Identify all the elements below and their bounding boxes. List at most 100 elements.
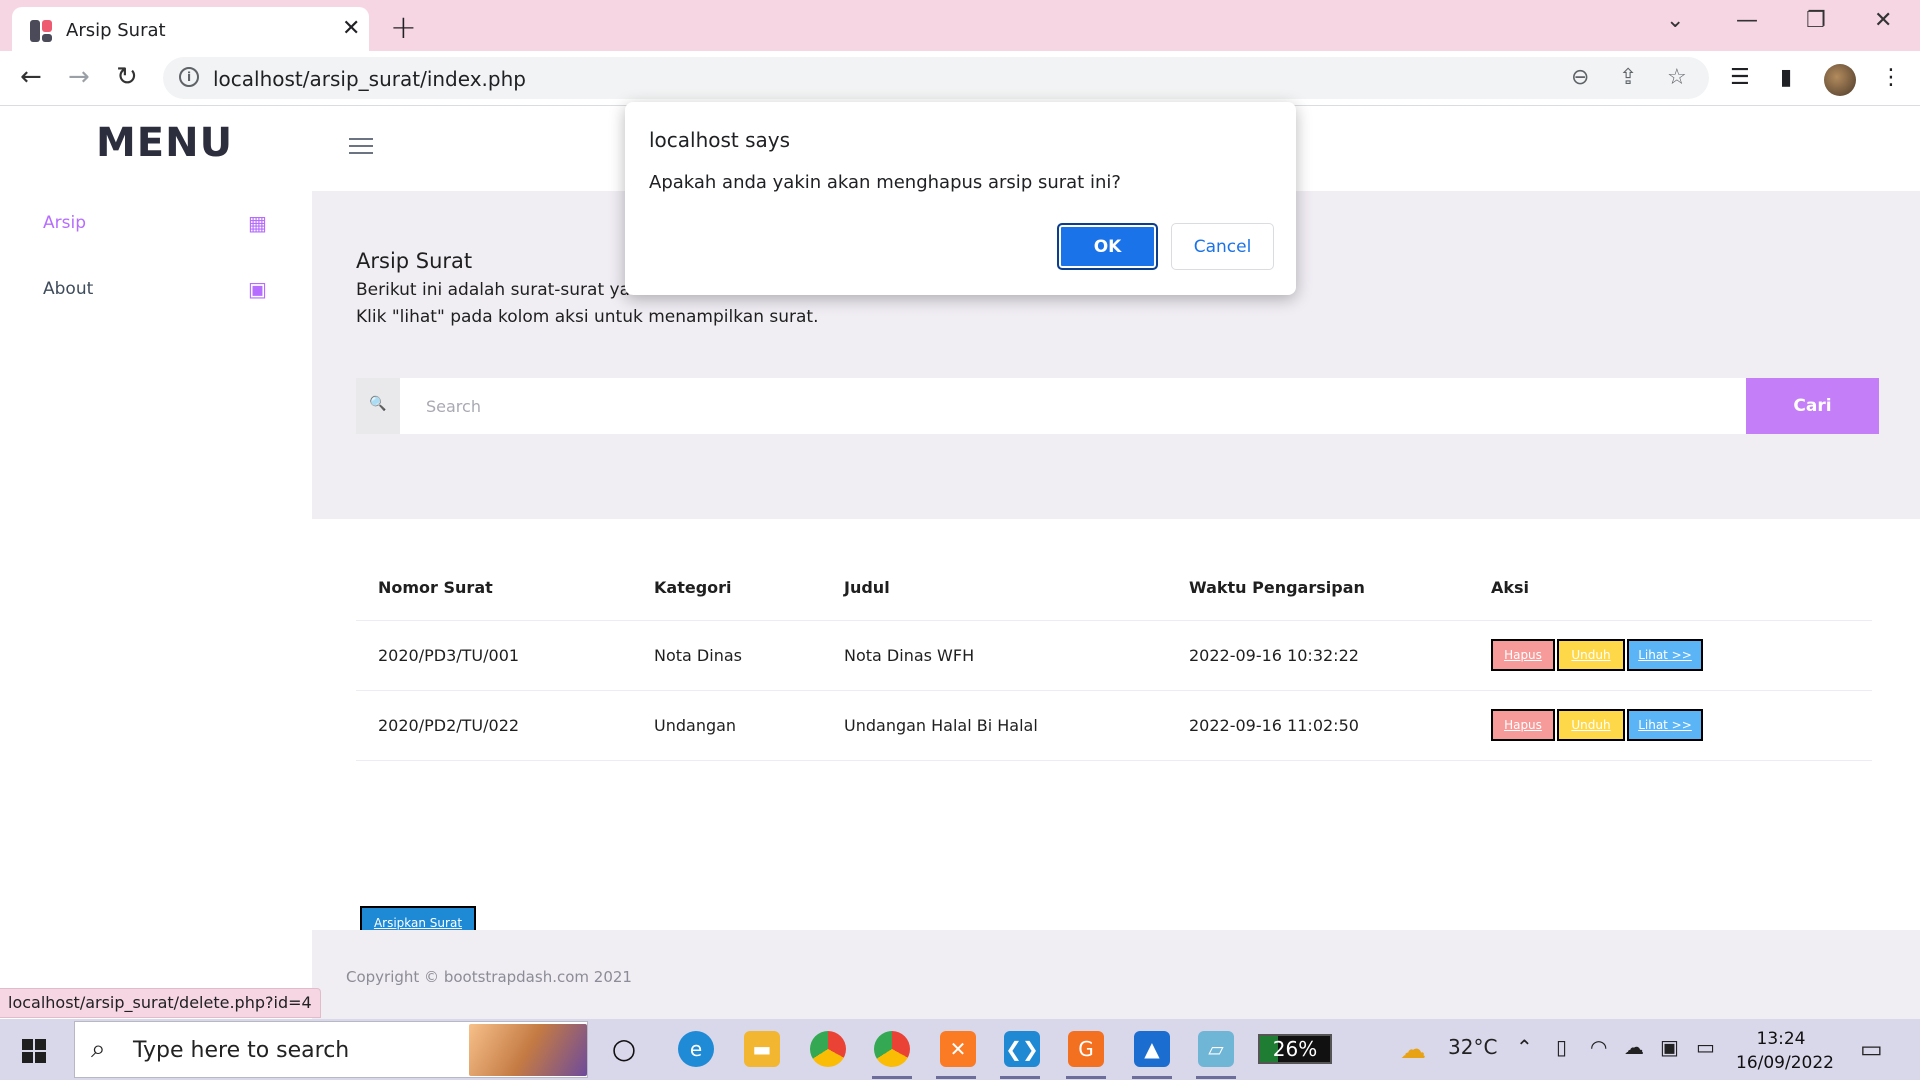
column-header: Kategori xyxy=(632,556,822,621)
contact-icon: ▣ xyxy=(248,277,267,301)
view-button[interactable]: Lihat >> xyxy=(1627,639,1703,671)
table-header-row: Nomor Surat Kategori Judul Waktu Pengars… xyxy=(356,556,1872,621)
file-explorer-icon[interactable]: ▬ xyxy=(744,1031,780,1067)
share-icon[interactable]: ⇪ xyxy=(1619,65,1637,90)
address-bar[interactable]: i localhost/arsip_surat/index.php ⊖ ⇪ ☆ xyxy=(163,57,1709,99)
search-button[interactable]: Cari xyxy=(1746,378,1879,434)
bookmark-star-icon[interactable]: ☆ xyxy=(1667,65,1687,90)
app-indicator xyxy=(1000,1076,1040,1079)
battery-percent: 26% xyxy=(1272,1037,1318,1061)
app-indicator xyxy=(1132,1076,1172,1079)
zoom-icon[interactable]: ⊖ xyxy=(1571,65,1589,90)
browser-tab[interactable]: Arsip Surat ✕ xyxy=(12,7,369,51)
delete-button[interactable]: Hapus xyxy=(1491,709,1555,741)
meet-now-icon[interactable]: ▯ xyxy=(1556,1035,1567,1059)
site-info-icon[interactable]: i xyxy=(179,67,199,87)
column-header: Aksi xyxy=(1469,556,1872,621)
back-button[interactable]: ← xyxy=(20,62,42,92)
windows-start-icon[interactable] xyxy=(22,1039,46,1063)
column-header: Judul xyxy=(822,556,1167,621)
clock-time: 13:24 xyxy=(1756,1029,1806,1049)
table-row: 2020/PD2/TU/022 Undangan Undangan Halal … xyxy=(356,690,1872,761)
confirm-dialog: localhost says Apakah anda yakin akan me… xyxy=(625,102,1296,295)
cell-kategori: Undangan xyxy=(632,690,822,761)
windows-taskbar: ⌕ Type here to search ○ e ▬ ✕ ❮❯ G ▲ ▱ 2… xyxy=(0,1019,1920,1080)
ok-button[interactable]: OK xyxy=(1057,223,1158,270)
sidebar-item-label: About xyxy=(43,279,94,299)
taskbar-search-box[interactable]: ⌕ Type here to search xyxy=(74,1021,588,1078)
cortana-icon[interactable]: ○ xyxy=(606,1031,642,1067)
battery-widget[interactable]: 26% xyxy=(1258,1034,1332,1064)
reload-button[interactable]: ↻ xyxy=(116,62,138,92)
weather-icon[interactable]: ☁ xyxy=(1400,1035,1426,1065)
cell-kategori: Nota Dinas xyxy=(632,620,822,691)
archive-table: Nomor Surat Kategori Judul Waktu Pengars… xyxy=(356,556,1872,761)
cell-judul: Undangan Halal Bi Halal xyxy=(822,690,1167,761)
profile-avatar[interactable] xyxy=(1824,64,1856,96)
notepad-icon[interactable]: ▱ xyxy=(1198,1031,1234,1067)
delete-button[interactable]: Hapus xyxy=(1491,639,1555,671)
footer: Copyright © bootstrapdash.com 2021 xyxy=(312,930,1920,1019)
cell-aksi: Hapus Unduh Lihat >> xyxy=(1469,620,1872,691)
onedrive-icon[interactable]: ☁ xyxy=(1624,1035,1644,1059)
url-text[interactable]: localhost/arsip_surat/index.php xyxy=(213,67,526,91)
forward-button[interactable]: → xyxy=(68,62,90,92)
chrome-icon[interactable] xyxy=(810,1031,846,1067)
app-indicator xyxy=(1066,1076,1106,1079)
table-row: 2020/PD3/TU/001 Nota Dinas Nota Dinas WF… xyxy=(356,620,1872,691)
sidebar-item-arsip[interactable]: Arsip ▦ xyxy=(43,209,283,239)
cell-nomor-surat: 2020/PD3/TU/001 xyxy=(356,620,632,691)
page-description-line-2: Klik "lihat" pada kolom aksi untuk menam… xyxy=(356,307,819,327)
dialog-message: Apakah anda yakin akan menghapus arsip s… xyxy=(649,172,1121,193)
sidebar-toggle-icon[interactable] xyxy=(349,138,373,156)
wifi-icon[interactable]: ◠ xyxy=(1590,1035,1607,1059)
column-header: Waktu Pengarsipan xyxy=(1167,556,1469,621)
display-icon[interactable]: ▣ xyxy=(1660,1035,1679,1059)
cancel-button[interactable]: Cancel xyxy=(1171,223,1274,270)
download-button[interactable]: Unduh xyxy=(1557,639,1625,671)
tab-close-icon[interactable]: ✕ xyxy=(342,16,360,41)
site-favicon-icon xyxy=(30,20,52,42)
edge-icon[interactable]: e xyxy=(678,1031,714,1067)
search-input[interactable] xyxy=(400,378,1746,434)
restore-button[interactable]: ❐ xyxy=(1806,8,1826,33)
cell-judul: Nota Dinas WFH xyxy=(822,620,1167,691)
pdf-icon[interactable]: G xyxy=(1068,1031,1104,1067)
close-window-button[interactable]: ✕ xyxy=(1874,8,1892,33)
view-button[interactable]: Lihat >> xyxy=(1627,709,1703,741)
chrome-profile-icon[interactable] xyxy=(874,1031,910,1067)
page-title: Arsip Surat xyxy=(356,249,473,273)
sidebar-brand: MENU xyxy=(96,120,234,166)
xampp-icon[interactable]: ✕ xyxy=(940,1031,976,1067)
media-control-icon[interactable]: ☰ xyxy=(1730,65,1750,90)
photos-icon[interactable]: ▲ xyxy=(1134,1031,1170,1067)
side-panel-icon[interactable]: ▮ xyxy=(1780,65,1792,90)
browser-menu-icon[interactable]: ⋮ xyxy=(1880,65,1902,90)
browser-tab-strip: Arsip Surat ✕ + ⌄ — ❐ ✕ xyxy=(0,0,1920,51)
temperature[interactable]: 32°C xyxy=(1448,1035,1497,1059)
dialog-title: localhost says xyxy=(649,128,791,152)
notification-center-icon[interactable]: ▭ xyxy=(1860,1035,1883,1063)
download-button[interactable]: Unduh xyxy=(1557,709,1625,741)
copyright-text: Copyright © bootstrapdash.com 2021 xyxy=(346,968,632,986)
clock[interactable]: 13:24 16/09/2022 xyxy=(1736,1027,1834,1075)
show-hidden-icons-icon[interactable]: ⌃ xyxy=(1516,1035,1533,1059)
search-form: 🔍 Cari xyxy=(356,378,1879,434)
sidebar-item-about[interactable]: About ▣ xyxy=(43,275,283,305)
new-tab-button[interactable]: + xyxy=(390,8,417,46)
browser-toolbar: ← → ↻ i localhost/arsip_surat/index.php … xyxy=(0,51,1920,106)
taskbar-search-placeholder: Type here to search xyxy=(133,1038,350,1063)
vscode-icon[interactable]: ❮❯ xyxy=(1004,1031,1040,1067)
tab-search-chevron-icon[interactable]: ⌄ xyxy=(1666,8,1684,33)
link-status-bar: localhost/arsip_surat/delete.php?id=4 xyxy=(0,988,321,1018)
table-icon: ▦ xyxy=(248,211,267,235)
cell-waktu: 2022-09-16 10:32:22 xyxy=(1167,620,1469,691)
search-highlight-image xyxy=(469,1024,587,1076)
cell-aksi: Hapus Unduh Lihat >> xyxy=(1469,690,1872,761)
column-header: Nomor Surat xyxy=(356,556,632,621)
active-app-indicator xyxy=(872,1076,912,1079)
archive-table-container: Nomor Surat Kategori Judul Waktu Pengars… xyxy=(356,556,1872,761)
battery-tray-icon[interactable]: ▭ xyxy=(1696,1035,1715,1059)
app-indicator xyxy=(1196,1076,1236,1079)
minimize-button[interactable]: — xyxy=(1736,8,1758,33)
